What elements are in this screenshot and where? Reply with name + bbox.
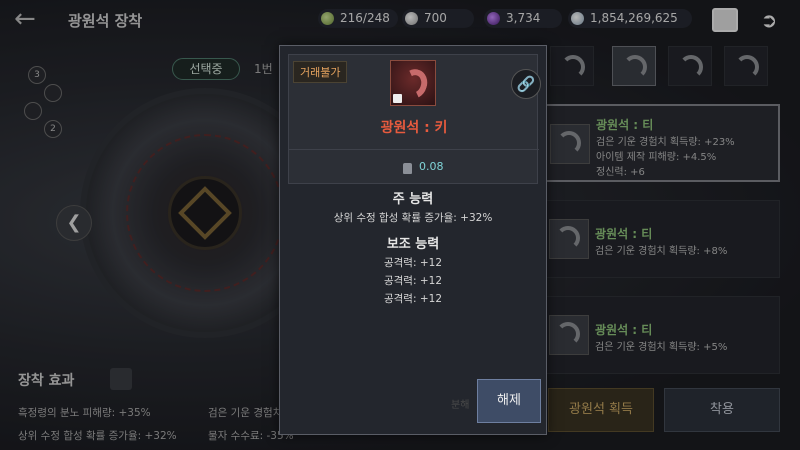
main-ability-title: 주 능력 [392,192,434,207]
sub-ability-line: 공격력: +12 [383,275,442,287]
tooltip-header: 거래불가 🔗 광원석 : 키 0.08 [288,54,541,185]
sub-ability-title: 보조 능력 [386,237,440,252]
release-button[interactable]: 해제 [477,379,541,423]
item-name: 광원석 : 키 [380,120,448,136]
sub-ability-line: 공격력: +12 [383,293,442,305]
untradable-tag: 거래불가 [293,61,348,83]
item-icon [390,60,436,106]
weight-icon [403,163,412,174]
ghost-button-label: 분해 [451,400,470,411]
weight-value: 0.08 [419,160,444,173]
link-icon[interactable]: 🔗 [511,69,541,99]
main-ability-line: 상위 수정 합성 확률 증가율: +32% [333,212,493,224]
sub-ability-line: 공격력: +12 [383,257,442,269]
item-tooltip: 거래불가 🔗 광원석 : 키 0.08 주 능력 상위 수정 합성 확률 증가율… [279,45,547,435]
weight-row: 0.08 [289,149,539,185]
lock-icon [393,94,402,103]
